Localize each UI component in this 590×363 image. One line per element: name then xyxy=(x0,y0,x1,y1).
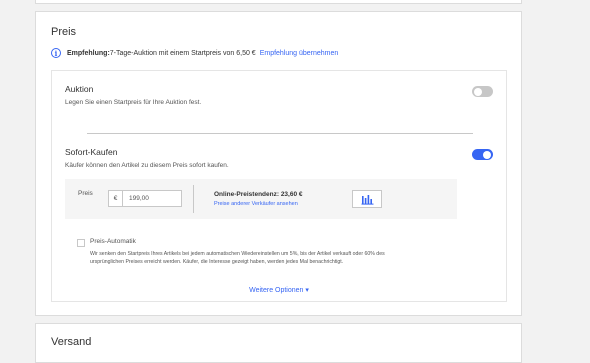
buy-now-description: Käufer können den Artikel zu diesem Prei… xyxy=(65,162,229,169)
buy-now-title: Sofort-Kaufen xyxy=(65,147,118,157)
recommendation-line: i Empfehlung: 7-Tage-Auktion mit einem S… xyxy=(51,46,338,60)
bar-chart-icon xyxy=(361,194,373,205)
auto-price-label: Preis-Automatik xyxy=(90,238,136,245)
auction-toggle[interactable] xyxy=(472,86,493,97)
auto-price-description-line2: ursprünglichen Preises erreicht werden. … xyxy=(90,259,344,265)
price-input[interactable]: € 199,00 xyxy=(108,190,182,207)
buy-now-toggle[interactable] xyxy=(472,149,493,160)
shipping-section-card: Versand xyxy=(35,323,522,363)
recommendation-text: 7-Tage-Auktion mit einem Startpreis von … xyxy=(109,49,256,57)
auction-description: Legen Sie einen Startpreis für Ihre Aukt… xyxy=(65,99,202,106)
auto-price-checkbox[interactable] xyxy=(77,239,85,247)
info-icon: i xyxy=(51,48,61,58)
price-input-value[interactable]: 199,00 xyxy=(123,195,149,202)
auto-price-description-line1: Wir senken den Startpreis Ihres Artikels… xyxy=(90,251,385,257)
previous-section-card xyxy=(35,0,522,4)
price-section-card: Preis i Empfehlung: 7-Tage-Auktion mit e… xyxy=(35,11,522,316)
shipping-section-title: Versand xyxy=(51,336,92,348)
toggle-knob xyxy=(474,87,482,96)
price-label: Preis xyxy=(78,190,93,197)
pricing-options-box: Auktion Legen Sie einen Startpreis für I… xyxy=(51,70,507,302)
recommendation-label: Empfehlung: xyxy=(67,49,110,57)
price-input-row: Preis € 199,00 Online-Preistendenz: 23,6… xyxy=(65,179,457,219)
online-price-trend: Online-Preistendenz: 23,60 € xyxy=(214,191,303,198)
price-chart-button[interactable] xyxy=(352,190,382,208)
section-divider xyxy=(87,133,473,134)
more-options-link[interactable]: Weitere Optionen ▾ xyxy=(52,286,506,294)
price-section-title: Preis xyxy=(51,26,77,38)
view-other-sellers-prices-link[interactable]: Preise anderer Verkäufer ansehen xyxy=(214,201,298,207)
vertical-divider xyxy=(193,185,194,213)
apply-recommendation-link[interactable]: Empfehlung übernehmen xyxy=(260,50,339,57)
auction-title: Auktion xyxy=(65,84,94,94)
toggle-knob xyxy=(483,150,491,159)
currency-symbol: € xyxy=(109,191,123,206)
